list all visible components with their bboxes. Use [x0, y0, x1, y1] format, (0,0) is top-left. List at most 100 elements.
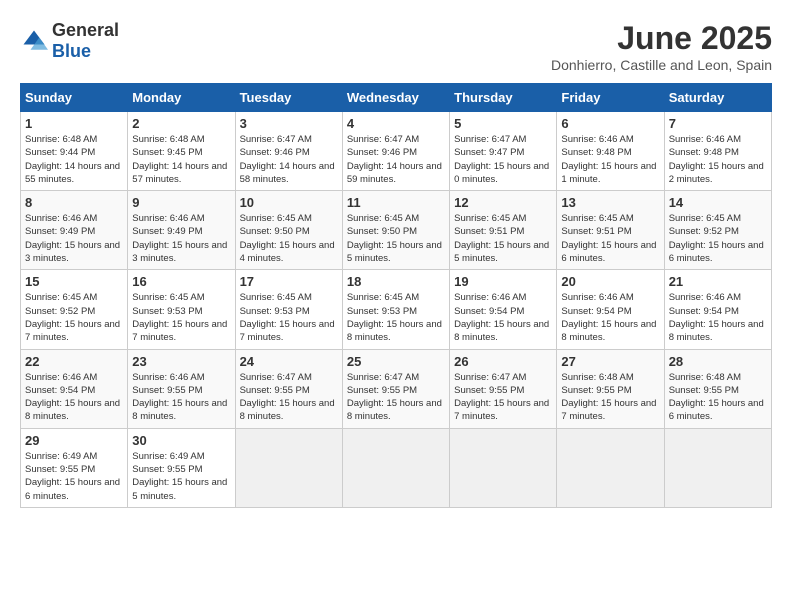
calendar-day-cell: 16 Sunrise: 6:45 AMSunset: 9:53 PMDaylig… — [128, 270, 235, 349]
calendar-week-row: 29 Sunrise: 6:49 AMSunset: 9:55 PMDaylig… — [21, 428, 772, 507]
weekday-header: Saturday — [664, 84, 771, 112]
day-info: Sunrise: 6:48 AMSunset: 9:55 PMDaylight:… — [669, 372, 764, 423]
day-number: 17 — [240, 274, 338, 289]
day-number: 12 — [454, 195, 552, 210]
day-number: 4 — [347, 116, 445, 131]
calendar-day-cell: 26 Sunrise: 6:47 AMSunset: 9:55 PMDaylig… — [450, 349, 557, 428]
calendar-day-cell: 28 Sunrise: 6:48 AMSunset: 9:55 PMDaylig… — [664, 349, 771, 428]
day-info: Sunrise: 6:46 AMSunset: 9:48 PMDaylight:… — [669, 134, 764, 185]
day-number: 20 — [561, 274, 659, 289]
day-number: 26 — [454, 354, 552, 369]
day-info: Sunrise: 6:46 AMSunset: 9:54 PMDaylight:… — [561, 292, 656, 343]
day-info: Sunrise: 6:48 AMSunset: 9:55 PMDaylight:… — [561, 372, 656, 423]
day-number: 2 — [132, 116, 230, 131]
weekday-header-row: SundayMondayTuesdayWednesdayThursdayFrid… — [21, 84, 772, 112]
weekday-header: Sunday — [21, 84, 128, 112]
day-info: Sunrise: 6:45 AMSunset: 9:50 PMDaylight:… — [347, 213, 442, 264]
day-info: Sunrise: 6:46 AMSunset: 9:54 PMDaylight:… — [25, 372, 120, 423]
day-info: Sunrise: 6:48 AMSunset: 9:44 PMDaylight:… — [25, 134, 120, 185]
day-number: 15 — [25, 274, 123, 289]
calendar-day-cell: 4 Sunrise: 6:47 AMSunset: 9:46 PMDayligh… — [342, 112, 449, 191]
weekday-header: Monday — [128, 84, 235, 112]
calendar-week-row: 22 Sunrise: 6:46 AMSunset: 9:54 PMDaylig… — [21, 349, 772, 428]
title-area: June 2025 Donhierro, Castille and Leon, … — [551, 20, 772, 73]
calendar-day-cell: 27 Sunrise: 6:48 AMSunset: 9:55 PMDaylig… — [557, 349, 664, 428]
day-number: 11 — [347, 195, 445, 210]
day-info: Sunrise: 6:46 AMSunset: 9:54 PMDaylight:… — [669, 292, 764, 343]
day-number: 25 — [347, 354, 445, 369]
calendar-day-cell — [235, 428, 342, 507]
logo: General Blue — [20, 20, 119, 62]
page-header: General Blue June 2025 Donhierro, Castil… — [20, 20, 772, 73]
day-number: 16 — [132, 274, 230, 289]
weekday-header: Friday — [557, 84, 664, 112]
day-number: 29 — [25, 433, 123, 448]
day-number: 1 — [25, 116, 123, 131]
calendar-day-cell: 14 Sunrise: 6:45 AMSunset: 9:52 PMDaylig… — [664, 191, 771, 270]
logo-general: General — [52, 20, 119, 40]
calendar-day-cell — [450, 428, 557, 507]
calendar-day-cell: 22 Sunrise: 6:46 AMSunset: 9:54 PMDaylig… — [21, 349, 128, 428]
calendar-day-cell: 7 Sunrise: 6:46 AMSunset: 9:48 PMDayligh… — [664, 112, 771, 191]
calendar-day-cell — [557, 428, 664, 507]
calendar-day-cell: 30 Sunrise: 6:49 AMSunset: 9:55 PMDaylig… — [128, 428, 235, 507]
calendar-day-cell: 8 Sunrise: 6:46 AMSunset: 9:49 PMDayligh… — [21, 191, 128, 270]
weekday-header: Tuesday — [235, 84, 342, 112]
day-number: 8 — [25, 195, 123, 210]
day-info: Sunrise: 6:45 AMSunset: 9:52 PMDaylight:… — [25, 292, 120, 343]
calendar-day-cell: 23 Sunrise: 6:46 AMSunset: 9:55 PMDaylig… — [128, 349, 235, 428]
calendar-day-cell: 10 Sunrise: 6:45 AMSunset: 9:50 PMDaylig… — [235, 191, 342, 270]
weekday-header: Thursday — [450, 84, 557, 112]
day-info: Sunrise: 6:47 AMSunset: 9:46 PMDaylight:… — [347, 134, 442, 185]
day-info: Sunrise: 6:46 AMSunset: 9:54 PMDaylight:… — [454, 292, 549, 343]
day-number: 5 — [454, 116, 552, 131]
calendar-day-cell: 20 Sunrise: 6:46 AMSunset: 9:54 PMDaylig… — [557, 270, 664, 349]
day-number: 30 — [132, 433, 230, 448]
day-info: Sunrise: 6:45 AMSunset: 9:51 PMDaylight:… — [454, 213, 549, 264]
day-number: 14 — [669, 195, 767, 210]
calendar-day-cell — [664, 428, 771, 507]
calendar-day-cell: 3 Sunrise: 6:47 AMSunset: 9:46 PMDayligh… — [235, 112, 342, 191]
calendar-table: SundayMondayTuesdayWednesdayThursdayFrid… — [20, 83, 772, 508]
day-number: 21 — [669, 274, 767, 289]
day-number: 9 — [132, 195, 230, 210]
calendar-day-cell: 18 Sunrise: 6:45 AMSunset: 9:53 PMDaylig… — [342, 270, 449, 349]
calendar-day-cell: 19 Sunrise: 6:46 AMSunset: 9:54 PMDaylig… — [450, 270, 557, 349]
calendar-week-row: 1 Sunrise: 6:48 AMSunset: 9:44 PMDayligh… — [21, 112, 772, 191]
day-info: Sunrise: 6:45 AMSunset: 9:51 PMDaylight:… — [561, 213, 656, 264]
day-info: Sunrise: 6:45 AMSunset: 9:53 PMDaylight:… — [132, 292, 227, 343]
page-title: June 2025 — [551, 20, 772, 57]
weekday-header: Wednesday — [342, 84, 449, 112]
calendar-day-cell: 1 Sunrise: 6:48 AMSunset: 9:44 PMDayligh… — [21, 112, 128, 191]
calendar-day-cell: 13 Sunrise: 6:45 AMSunset: 9:51 PMDaylig… — [557, 191, 664, 270]
day-number: 23 — [132, 354, 230, 369]
logo-blue: Blue — [52, 41, 91, 61]
calendar-day-cell: 12 Sunrise: 6:45 AMSunset: 9:51 PMDaylig… — [450, 191, 557, 270]
day-info: Sunrise: 6:46 AMSunset: 9:49 PMDaylight:… — [25, 213, 120, 264]
day-info: Sunrise: 6:47 AMSunset: 9:55 PMDaylight:… — [347, 372, 442, 423]
day-info: Sunrise: 6:45 AMSunset: 9:53 PMDaylight:… — [347, 292, 442, 343]
day-info: Sunrise: 6:45 AMSunset: 9:50 PMDaylight:… — [240, 213, 335, 264]
calendar-day-cell: 6 Sunrise: 6:46 AMSunset: 9:48 PMDayligh… — [557, 112, 664, 191]
calendar-day-cell: 29 Sunrise: 6:49 AMSunset: 9:55 PMDaylig… — [21, 428, 128, 507]
calendar-day-cell: 25 Sunrise: 6:47 AMSunset: 9:55 PMDaylig… — [342, 349, 449, 428]
calendar-day-cell: 24 Sunrise: 6:47 AMSunset: 9:55 PMDaylig… — [235, 349, 342, 428]
calendar-week-row: 15 Sunrise: 6:45 AMSunset: 9:52 PMDaylig… — [21, 270, 772, 349]
day-number: 24 — [240, 354, 338, 369]
day-info: Sunrise: 6:47 AMSunset: 9:55 PMDaylight:… — [454, 372, 549, 423]
day-number: 3 — [240, 116, 338, 131]
day-info: Sunrise: 6:46 AMSunset: 9:48 PMDaylight:… — [561, 134, 656, 185]
calendar-day-cell: 2 Sunrise: 6:48 AMSunset: 9:45 PMDayligh… — [128, 112, 235, 191]
day-number: 6 — [561, 116, 659, 131]
calendar-day-cell: 11 Sunrise: 6:45 AMSunset: 9:50 PMDaylig… — [342, 191, 449, 270]
day-info: Sunrise: 6:46 AMSunset: 9:55 PMDaylight:… — [132, 372, 227, 423]
day-info: Sunrise: 6:47 AMSunset: 9:55 PMDaylight:… — [240, 372, 335, 423]
day-info: Sunrise: 6:45 AMSunset: 9:53 PMDaylight:… — [240, 292, 335, 343]
day-info: Sunrise: 6:49 AMSunset: 9:55 PMDaylight:… — [25, 451, 120, 502]
day-number: 18 — [347, 274, 445, 289]
day-info: Sunrise: 6:49 AMSunset: 9:55 PMDaylight:… — [132, 451, 227, 502]
day-number: 22 — [25, 354, 123, 369]
day-info: Sunrise: 6:48 AMSunset: 9:45 PMDaylight:… — [132, 134, 227, 185]
calendar-day-cell: 15 Sunrise: 6:45 AMSunset: 9:52 PMDaylig… — [21, 270, 128, 349]
day-info: Sunrise: 6:47 AMSunset: 9:46 PMDaylight:… — [240, 134, 335, 185]
